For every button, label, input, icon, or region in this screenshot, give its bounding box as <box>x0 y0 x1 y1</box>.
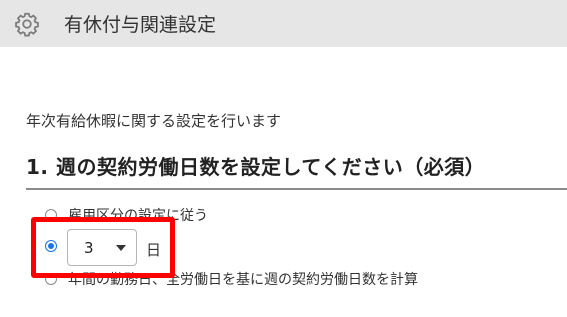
page-header: 有休付与関連設定 <box>0 0 567 47</box>
page-description: 年次有給休暇に関する設定を行います <box>26 112 282 130</box>
section-title: 1. 週の契約労働日数を設定してください（必須） <box>26 155 486 179</box>
section-divider <box>26 188 567 190</box>
page-title: 有休付与関連設定 <box>64 14 217 36</box>
highlight-frame <box>31 217 175 278</box>
gear-icon[interactable] <box>14 11 40 37</box>
